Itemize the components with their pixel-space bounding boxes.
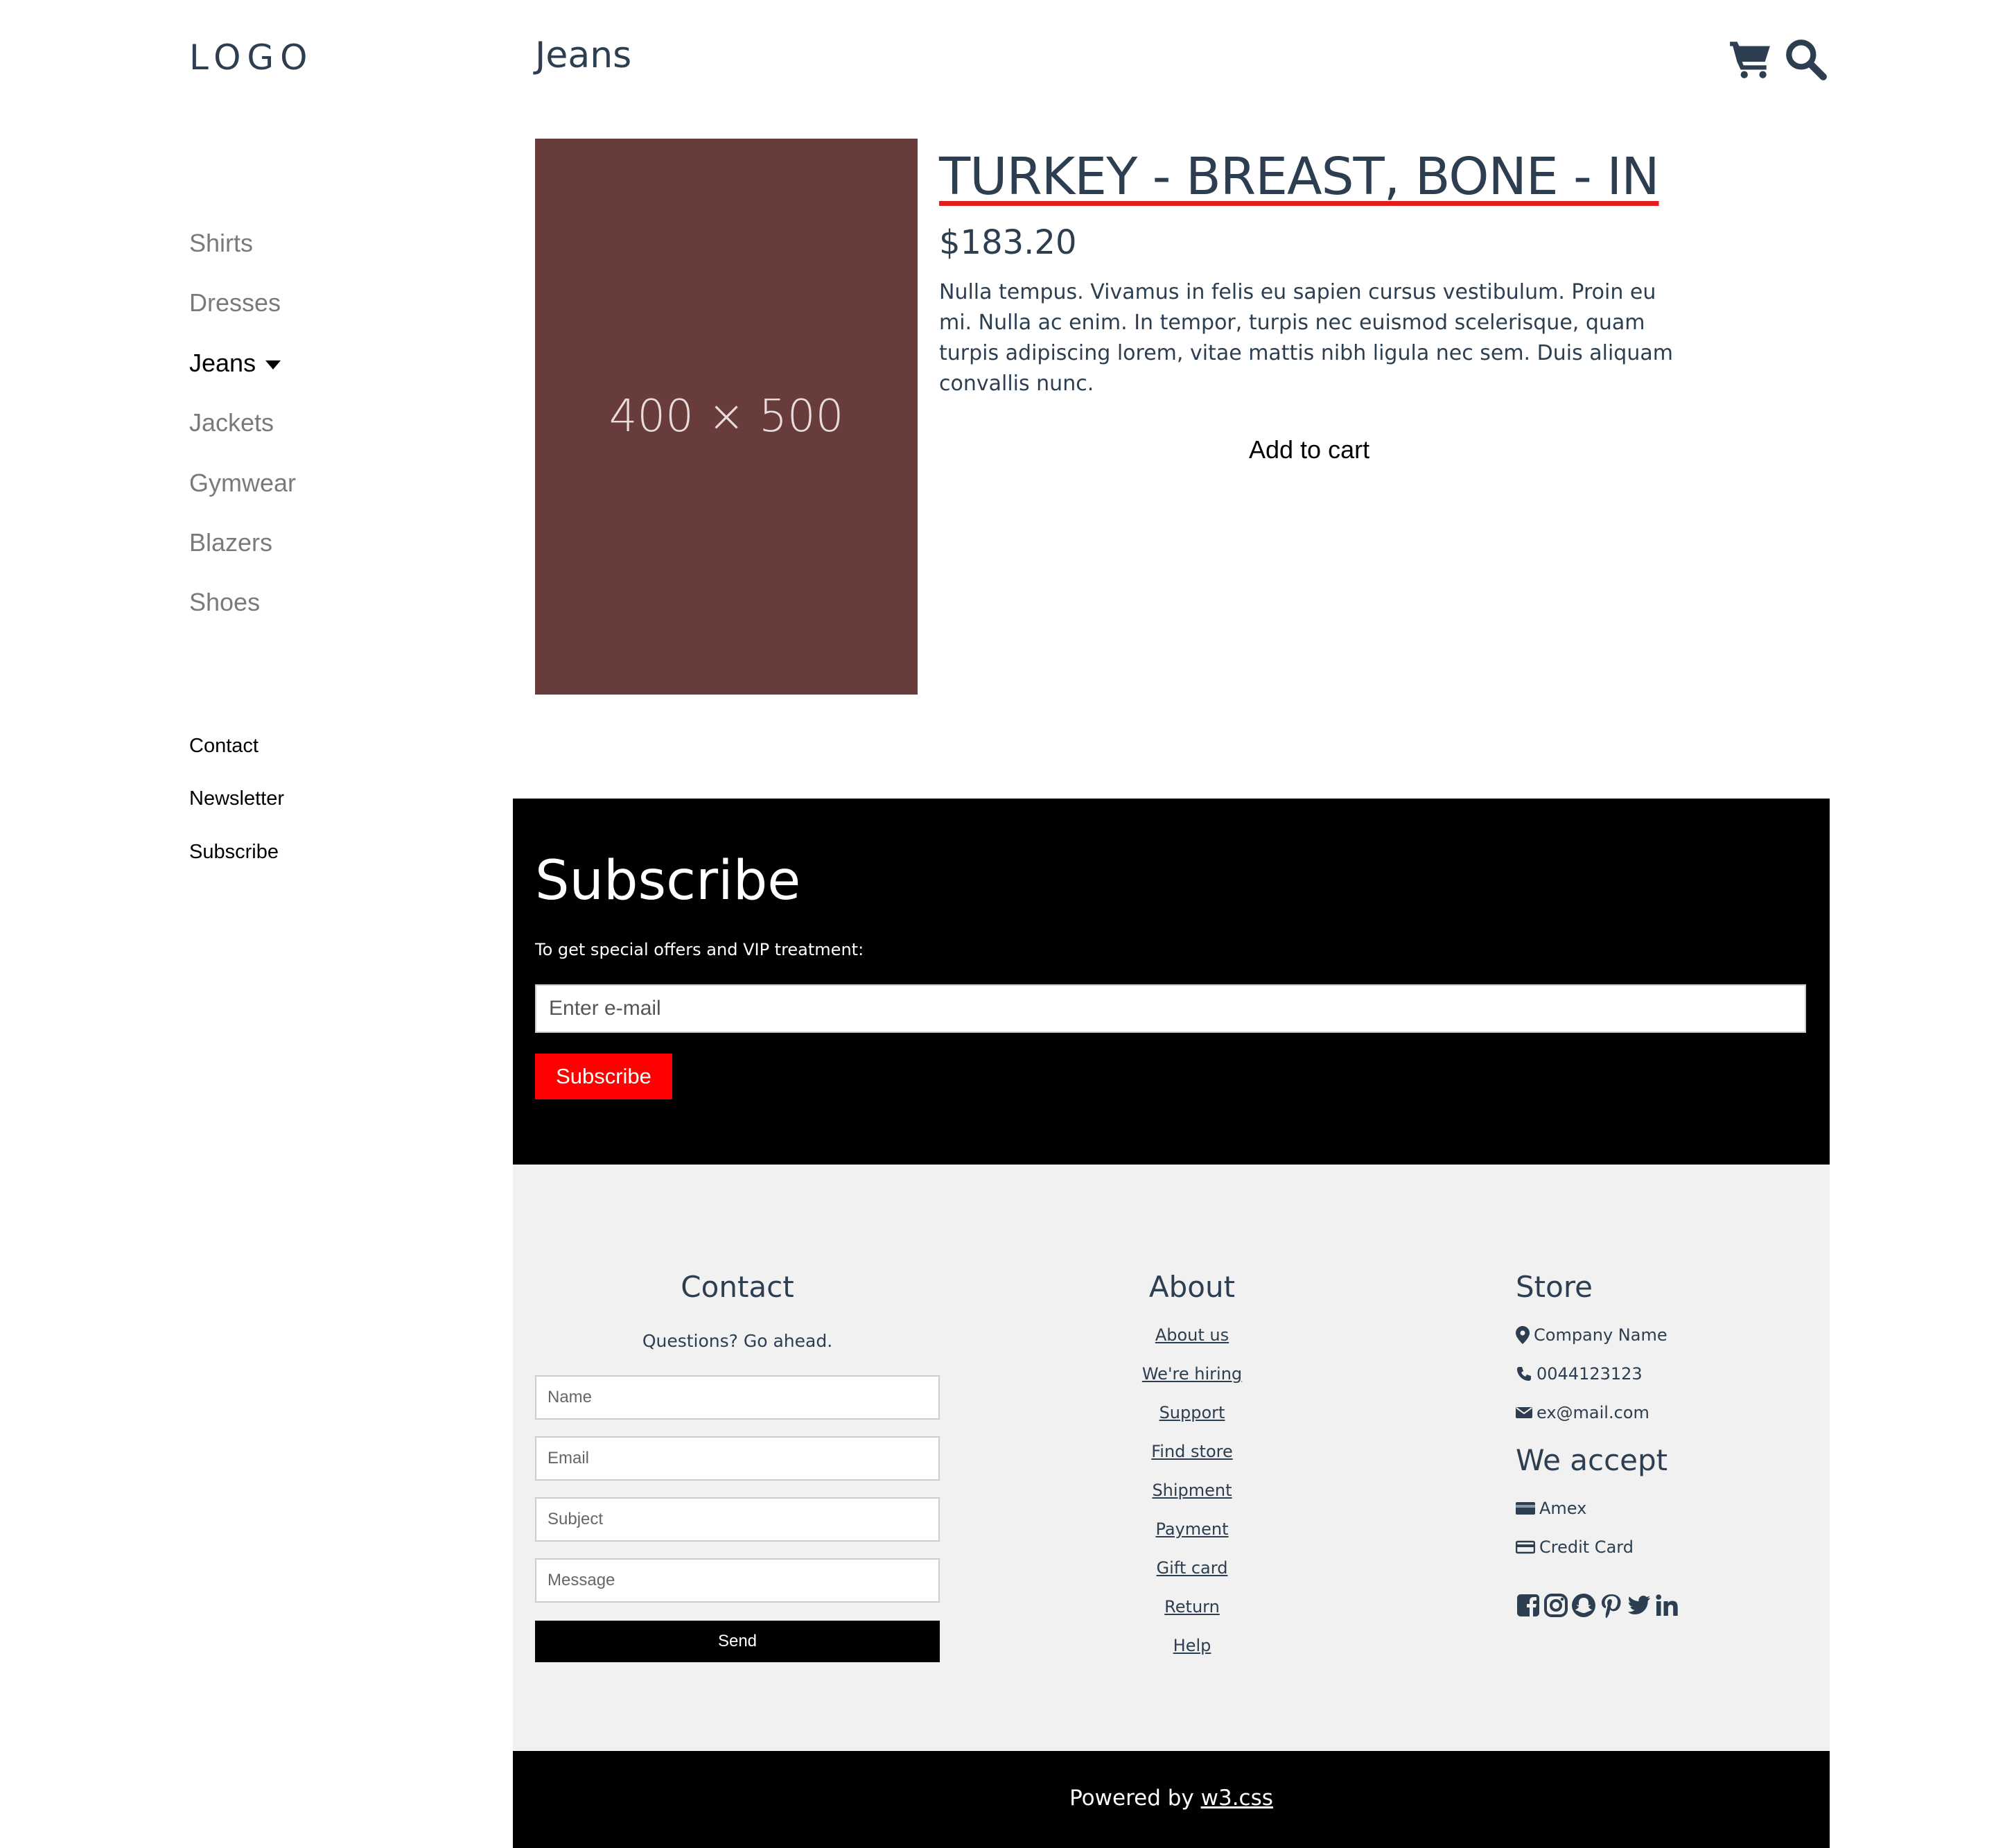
about-link-find-store[interactable]: Find store bbox=[1067, 1442, 1317, 1461]
contact-message-field[interactable] bbox=[535, 1558, 940, 1603]
linkedin-icon[interactable] bbox=[1654, 1593, 1679, 1618]
store-phone-label: 0044123123 bbox=[1537, 1364, 1643, 1384]
about-link-shipment[interactable]: Shipment bbox=[1067, 1481, 1317, 1500]
about-link-help[interactable]: Help bbox=[1067, 1636, 1317, 1655]
contact-email-field[interactable] bbox=[535, 1436, 940, 1481]
sidebar-link-newsletter[interactable]: Newsletter bbox=[189, 787, 284, 810]
subscribe-section: Subscribe To get special offers and VIP … bbox=[513, 799, 1830, 1165]
twitter-icon[interactable] bbox=[1627, 1593, 1652, 1618]
we-accept-heading: We accept bbox=[1516, 1443, 1668, 1477]
credit-card-icon bbox=[1516, 1502, 1535, 1515]
sidebar-item-blazers[interactable]: Blazers bbox=[189, 528, 272, 557]
phone-icon bbox=[1517, 1367, 1531, 1381]
subscribe-button[interactable]: Subscribe bbox=[535, 1054, 672, 1099]
powered-by: Powered by w3.css bbox=[513, 1786, 1830, 1811]
contact-subtitle: Questions? Go ahead. bbox=[642, 1331, 833, 1351]
map-marker-icon bbox=[1516, 1326, 1530, 1344]
subscribe-email-input[interactable] bbox=[535, 984, 1806, 1033]
social-icons bbox=[1516, 1593, 1679, 1618]
add-to-cart-button[interactable]: Add to cart bbox=[1249, 435, 1369, 464]
store-company-label: Company Name bbox=[1534, 1325, 1667, 1345]
product-title[interactable]: TURKEY - BREAST, BONE - IN bbox=[939, 147, 1660, 207]
sidebar-item-gymwear[interactable]: Gymwear bbox=[189, 469, 296, 498]
envelope-icon bbox=[1516, 1407, 1532, 1418]
sidebar-item-jeans[interactable]: Jeans bbox=[189, 349, 281, 378]
payment-amex: Amex bbox=[1516, 1499, 1586, 1518]
product-description: Nulla tempus. Vivamus in felis eu sapien… bbox=[939, 280, 1673, 396]
contact-name-field[interactable] bbox=[535, 1375, 940, 1420]
contact-subject-field[interactable] bbox=[535, 1497, 940, 1542]
store-company: Company Name bbox=[1516, 1325, 1667, 1345]
facebook-icon[interactable] bbox=[1516, 1593, 1541, 1618]
instagram-icon[interactable] bbox=[1543, 1593, 1568, 1618]
sidebar-item-dresses[interactable]: Dresses bbox=[189, 288, 281, 317]
product-price: $183.20 bbox=[939, 223, 1077, 262]
about-link-gift-card[interactable]: Gift card bbox=[1067, 1558, 1317, 1578]
payment-amex-label: Amex bbox=[1539, 1499, 1587, 1518]
cart-icon[interactable] bbox=[1727, 36, 1773, 82]
sidebar-link-contact[interactable]: Contact bbox=[189, 735, 259, 758]
subscribe-text: To get special offers and VIP treatment: bbox=[535, 940, 864, 959]
sidebar-item-jackets[interactable]: Jackets bbox=[189, 408, 274, 437]
credit-card-alt-icon bbox=[1516, 1540, 1535, 1554]
sidebar-item-label: Jeans bbox=[189, 349, 256, 377]
store-email-label: ex@mail.com bbox=[1537, 1403, 1649, 1422]
about-link-hiring[interactable]: We're hiring bbox=[1067, 1364, 1317, 1384]
bottom-bar: Powered by w3.css bbox=[513, 1751, 1830, 1848]
product-image: 400 × 500 bbox=[535, 139, 918, 695]
caret-down-icon bbox=[265, 360, 281, 369]
sidebar-item-shirts[interactable]: Shirts bbox=[189, 229, 253, 258]
sidebar-item-shoes[interactable]: Shoes bbox=[189, 588, 260, 617]
about-link-return[interactable]: Return bbox=[1067, 1597, 1317, 1616]
store-phone: 0044123123 bbox=[1516, 1364, 1643, 1384]
about-link-about-us[interactable]: About us bbox=[1067, 1325, 1317, 1345]
powered-by-text: Powered by bbox=[1069, 1786, 1201, 1811]
about-heading: About bbox=[1148, 1270, 1236, 1304]
send-button[interactable]: Send bbox=[535, 1621, 940, 1662]
store-heading: Store bbox=[1516, 1270, 1593, 1304]
contact-heading: Contact bbox=[681, 1270, 794, 1304]
subscribe-title: Subscribe bbox=[535, 850, 801, 912]
footer: Contact Questions? Go ahead. Send About … bbox=[513, 1165, 1830, 1751]
payment-credit-card-label: Credit Card bbox=[1539, 1537, 1634, 1557]
payment-credit-card: Credit Card bbox=[1516, 1537, 1634, 1557]
store-email: ex@mail.com bbox=[1516, 1403, 1649, 1422]
snapchat-icon[interactable] bbox=[1571, 1593, 1596, 1618]
about-link-payment[interactable]: Payment bbox=[1067, 1519, 1317, 1539]
logo[interactable]: LOGO bbox=[189, 37, 314, 78]
w3css-link[interactable]: w3.css bbox=[1201, 1786, 1273, 1811]
sidebar-link-subscribe[interactable]: Subscribe bbox=[189, 841, 279, 864]
about-link-support[interactable]: Support bbox=[1067, 1403, 1317, 1422]
product-image-label: 400 × 500 bbox=[609, 391, 844, 442]
page-title: Jeans bbox=[535, 35, 632, 76]
pinterest-icon[interactable] bbox=[1599, 1593, 1624, 1618]
search-icon[interactable] bbox=[1783, 36, 1828, 82]
